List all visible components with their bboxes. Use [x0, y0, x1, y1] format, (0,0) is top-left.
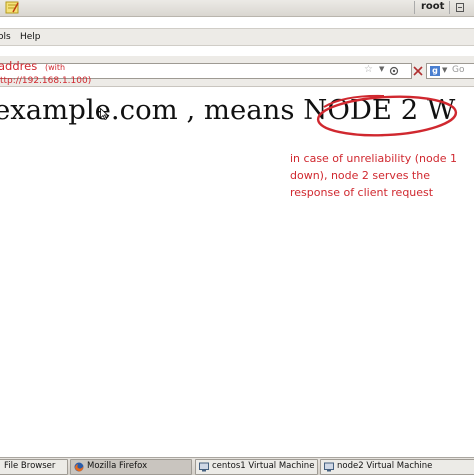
top-panel: root	[0, 0, 474, 17]
task-file-browser[interactable]: File Browser	[0, 459, 68, 475]
task-label: node2 Virtual Machine	[337, 461, 433, 471]
note-icon[interactable]	[5, 1, 19, 14]
highlight-circle	[316, 94, 458, 137]
vm-icon	[324, 462, 334, 472]
vm-icon	[199, 462, 209, 472]
annotation-note: in case of unreliability (node 1 down), …	[290, 150, 474, 201]
search-dropdown-icon[interactable]: ▼	[442, 66, 447, 74]
bookmark-star-icon[interactable]: ☆	[364, 64, 373, 75]
url-dropdown-icon[interactable]: ▼	[379, 65, 384, 73]
task-label: File Browser	[4, 461, 56, 471]
reload-icon[interactable]	[389, 66, 399, 76]
logout-icon[interactable]	[456, 3, 464, 12]
firefox-icon	[74, 462, 84, 472]
task-label: centos1 Virtual Machine	[212, 461, 315, 471]
headline-text: example.com , means	[0, 94, 304, 126]
annotation-addres: addres	[0, 59, 38, 73]
google-icon[interactable]: g	[430, 66, 440, 76]
mouse-cursor-icon	[100, 108, 108, 120]
task-label: Mozilla Firefox	[87, 461, 148, 471]
task-centos1-vm[interactable]: centos1 Virtual Machine	[195, 459, 318, 475]
panel-separator	[414, 1, 415, 14]
task-node2-vm[interactable]: node2 Virtual Machine	[320, 459, 474, 475]
annotation-line: in case of unreliability (node 1	[290, 152, 457, 165]
task-mozilla-firefox[interactable]: Mozilla Firefox	[70, 459, 192, 475]
menu-tools[interactable]: ols	[0, 32, 11, 42]
taskbar: File Browser Mozilla Firefox centos1 Vir…	[0, 457, 474, 475]
annotation-line: down), node 2 serves the	[290, 169, 430, 182]
panel-separator	[449, 1, 450, 14]
toolbar-divider	[0, 86, 474, 87]
stop-icon[interactable]	[412, 65, 424, 77]
annotation-with: (with	[45, 63, 66, 72]
search-placeholder: Go	[452, 65, 465, 75]
menu-bar: ols Help	[0, 28, 474, 46]
annotation-ip: ttp://192.168.1.100)	[0, 76, 92, 86]
annotation-line: response of client request	[290, 186, 434, 199]
user-label[interactable]: root	[421, 1, 444, 12]
search-bar[interactable]: g ▼ Go	[426, 63, 474, 79]
menu-help[interactable]: Help	[20, 32, 41, 42]
